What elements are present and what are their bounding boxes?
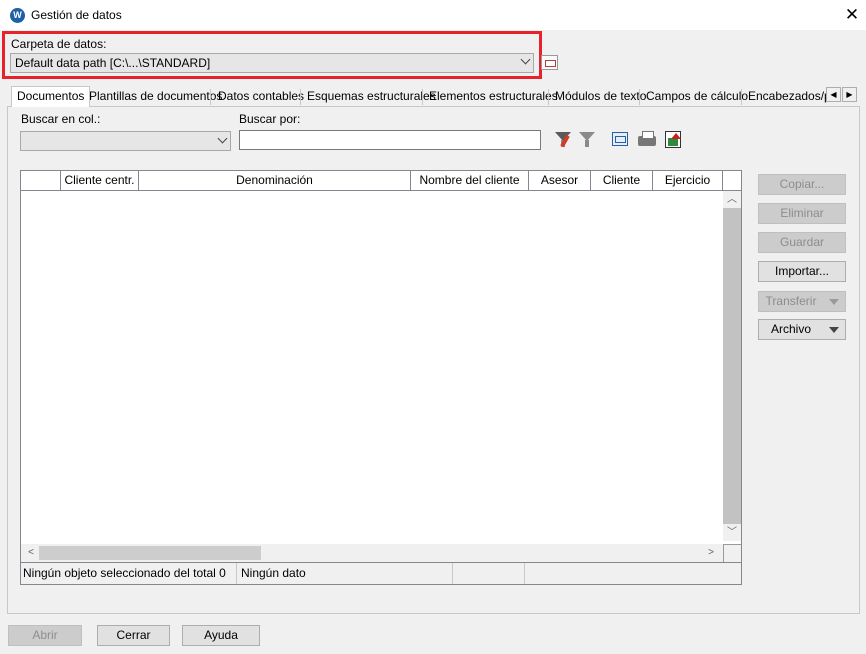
app-logo-icon: W xyxy=(10,8,25,23)
columns-icon[interactable] xyxy=(609,129,631,151)
save-button[interactable]: Guardar xyxy=(758,232,846,253)
dropdown-arrow-icon xyxy=(829,299,839,305)
tab-encabezados[interactable]: Encabezados/p xyxy=(746,89,826,106)
tab-plantillas-documentos[interactable]: Plantillas de documentos xyxy=(87,89,224,106)
search-input[interactable] xyxy=(239,130,541,150)
delete-button[interactable]: Eliminar xyxy=(758,203,846,224)
copy-button[interactable]: Copiar... xyxy=(758,174,846,195)
scroll-left-button[interactable]: < xyxy=(23,544,39,562)
horizontal-scrollbar[interactable]: < > xyxy=(21,544,723,562)
tab-strip: Documentos Plantillas de documentos Dato… xyxy=(8,86,828,107)
tab-elementos-estructurales[interactable]: Elementos estructurales xyxy=(427,89,560,106)
tab-scroll-left-button[interactable]: ◀ xyxy=(826,87,841,102)
data-folder-select[interactable]: Default data path [C:\...\STANDARD] xyxy=(10,53,534,73)
tab-separator xyxy=(422,89,423,105)
file-button[interactable]: Archivo xyxy=(758,319,846,340)
table-status-bar: Ningún objeto seleccionado del total 0 N… xyxy=(21,562,741,584)
documents-table[interactable]: Cliente centr. Denominación Nombre del c… xyxy=(20,170,742,585)
tab-scroll-right-button[interactable]: ▶ xyxy=(842,87,857,102)
tab-datos-contables[interactable]: Datos contables xyxy=(216,89,306,106)
column-header-denominacion[interactable]: Denominación xyxy=(139,171,411,190)
export-icon[interactable] xyxy=(662,129,684,151)
column-header-select[interactable] xyxy=(21,171,61,190)
table-header: Cliente centr. Denominación Nombre del c… xyxy=(21,171,741,191)
tab-esquemas-estructurales[interactable]: Esquemas estructurales xyxy=(305,89,438,106)
tab-separator xyxy=(741,89,742,105)
tab-modulos-texto[interactable]: Módulos de texto xyxy=(553,89,648,106)
status-cell-3 xyxy=(453,563,525,584)
column-header-cliente[interactable]: Cliente xyxy=(591,171,653,190)
tab-separator xyxy=(300,89,301,105)
column-header-nombre-cliente[interactable]: Nombre del cliente xyxy=(411,171,529,190)
status-selection: Ningún objeto seleccionado del total 0 xyxy=(21,563,237,584)
title-bar: W Gestión de datos ✕ xyxy=(0,0,866,31)
chevron-down-icon xyxy=(520,54,531,65)
transfer-button[interactable]: Transferir xyxy=(758,291,846,312)
export-shape xyxy=(665,131,681,148)
window-title: Gestión de datos xyxy=(31,8,122,22)
tab-campos-calculo[interactable]: Campos de cálculo xyxy=(644,89,750,106)
column-header-asesor[interactable]: Asesor xyxy=(529,171,591,190)
data-folder-label: Carpeta de datos: xyxy=(11,37,107,51)
help-button[interactable]: Ayuda xyxy=(182,625,260,646)
tab-separator xyxy=(210,89,211,105)
print-icon[interactable] xyxy=(636,129,658,151)
printer-shape xyxy=(638,131,656,146)
column-header-ejercicio[interactable]: Ejercicio xyxy=(653,171,723,190)
scroll-thumb[interactable] xyxy=(39,546,261,560)
close-button[interactable]: Cerrar xyxy=(97,625,170,646)
filter-edit-icon[interactable] xyxy=(552,129,574,151)
scroll-right-button[interactable]: > xyxy=(703,544,719,562)
scroll-up-button[interactable]: ︿ xyxy=(723,191,741,208)
filter-icon[interactable] xyxy=(576,129,598,151)
close-window-button[interactable]: ✕ xyxy=(842,4,862,26)
search-column-select[interactable] xyxy=(20,131,231,151)
search-column-label: Buscar en col.: xyxy=(21,112,101,126)
browse-folder-button[interactable] xyxy=(541,55,558,70)
chevron-down-icon xyxy=(217,133,228,144)
vertical-scrollbar[interactable]: ︿ ﹀ xyxy=(723,191,741,541)
tab-separator xyxy=(548,89,549,105)
data-folder-value: Default data path [C:\...\STANDARD] xyxy=(15,56,211,70)
dropdown-arrow-icon xyxy=(829,327,839,333)
funnel-stem xyxy=(585,140,589,147)
scroll-down-button[interactable]: ﹀ xyxy=(723,524,741,541)
import-button[interactable]: Importar... xyxy=(758,261,846,282)
column-header-cliente-centr[interactable]: Cliente centr. xyxy=(61,171,139,190)
open-button[interactable]: Abrir xyxy=(8,625,82,646)
status-data: Ningún dato xyxy=(237,563,453,584)
status-cell-4 xyxy=(525,563,741,584)
tab-separator xyxy=(639,89,640,105)
resize-grip[interactable] xyxy=(723,544,741,562)
columns-shape xyxy=(612,132,628,146)
tab-documentos[interactable]: Documentos xyxy=(11,86,91,107)
search-term-label: Buscar por: xyxy=(239,112,301,126)
